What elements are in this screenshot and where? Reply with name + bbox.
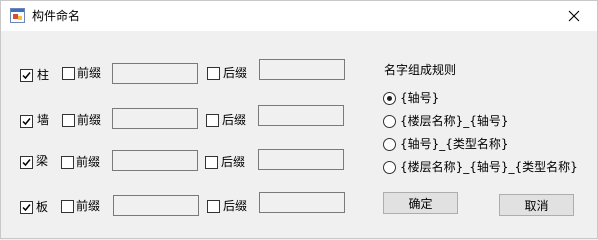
ok-button[interactable]: 确定	[383, 192, 458, 214]
title-bar[interactable]: 构件命名	[1, 1, 597, 31]
app-icon	[10, 8, 25, 23]
row-2-enabled-checkbox[interactable]	[20, 156, 33, 169]
row-2-prefix-input[interactable]	[112, 150, 198, 171]
rule-option-2-radio[interactable]	[383, 138, 396, 151]
rule-option-0-radio[interactable]	[383, 92, 396, 105]
row-2-prefix-checkbox[interactable]	[61, 156, 74, 169]
naming-rule-title: 名字组成规则	[384, 63, 457, 77]
row-0-suffix-input[interactable]	[259, 59, 345, 80]
rule-option-1-radio[interactable]	[383, 115, 396, 128]
dialog-window: 构件命名 柱 前缀 后缀 墙 前缀 后缀 梁 前缀 后缀 板 前缀 后缀 名字组…	[0, 0, 598, 239]
rule-option-0-label[interactable]: {轴号}	[400, 91, 439, 105]
row-1-suffix-input[interactable]	[258, 105, 344, 126]
cancel-button[interactable]: 取消	[499, 194, 574, 216]
rule-option-1-label[interactable]: {楼层名称}_{轴号}	[400, 114, 509, 128]
row-3-enabled-checkbox[interactable]	[20, 201, 33, 214]
row-2-suffix-label: 后缀	[221, 155, 246, 169]
window-title: 构件命名	[32, 9, 81, 23]
row-0-prefix-label: 前缀	[77, 66, 102, 80]
row-0-suffix-label: 后缀	[223, 66, 248, 80]
row-1-prefix-label: 前缀	[77, 113, 102, 127]
row-0-prefix-checkbox[interactable]	[62, 67, 75, 80]
rule-option-3-radio[interactable]	[383, 161, 396, 174]
row-3-suffix-label: 后缀	[223, 199, 248, 213]
row-0-enabled-label: 柱	[37, 68, 50, 82]
close-icon	[568, 10, 580, 22]
close-button[interactable]	[551, 1, 597, 31]
row-1-enabled-label: 墙	[37, 113, 50, 127]
row-1-prefix-input[interactable]	[112, 108, 198, 129]
row-0-prefix-input[interactable]	[112, 63, 198, 84]
row-2-prefix-label: 前缀	[76, 155, 101, 169]
row-2-enabled-label: 梁	[36, 154, 49, 168]
rule-option-3-label[interactable]: {楼层名称}_{轴号}_{类型名称}	[400, 160, 578, 174]
row-2-suffix-checkbox[interactable]	[205, 156, 218, 169]
row-3-enabled-label: 板	[36, 200, 49, 214]
row-3-prefix-label: 前缀	[76, 199, 101, 213]
check-icon	[22, 159, 31, 167]
row-3-prefix-input[interactable]	[113, 195, 199, 216]
row-1-prefix-checkbox[interactable]	[62, 114, 75, 127]
row-0-enabled-checkbox[interactable]	[20, 69, 33, 82]
row-3-suffix-checkbox[interactable]	[207, 200, 220, 213]
row-1-enabled-checkbox[interactable]	[20, 115, 33, 128]
row-3-suffix-input[interactable]	[259, 192, 345, 213]
row-1-suffix-label: 后缀	[222, 113, 247, 127]
row-3-prefix-checkbox[interactable]	[61, 200, 74, 213]
rule-option-2-label[interactable]: {轴号}_{类型名称}	[400, 137, 509, 151]
row-2-suffix-input[interactable]	[258, 149, 344, 170]
row-0-suffix-checkbox[interactable]	[207, 67, 220, 80]
check-icon	[22, 204, 31, 212]
check-icon	[22, 72, 31, 80]
row-1-suffix-checkbox[interactable]	[206, 114, 219, 127]
check-icon	[22, 118, 31, 126]
